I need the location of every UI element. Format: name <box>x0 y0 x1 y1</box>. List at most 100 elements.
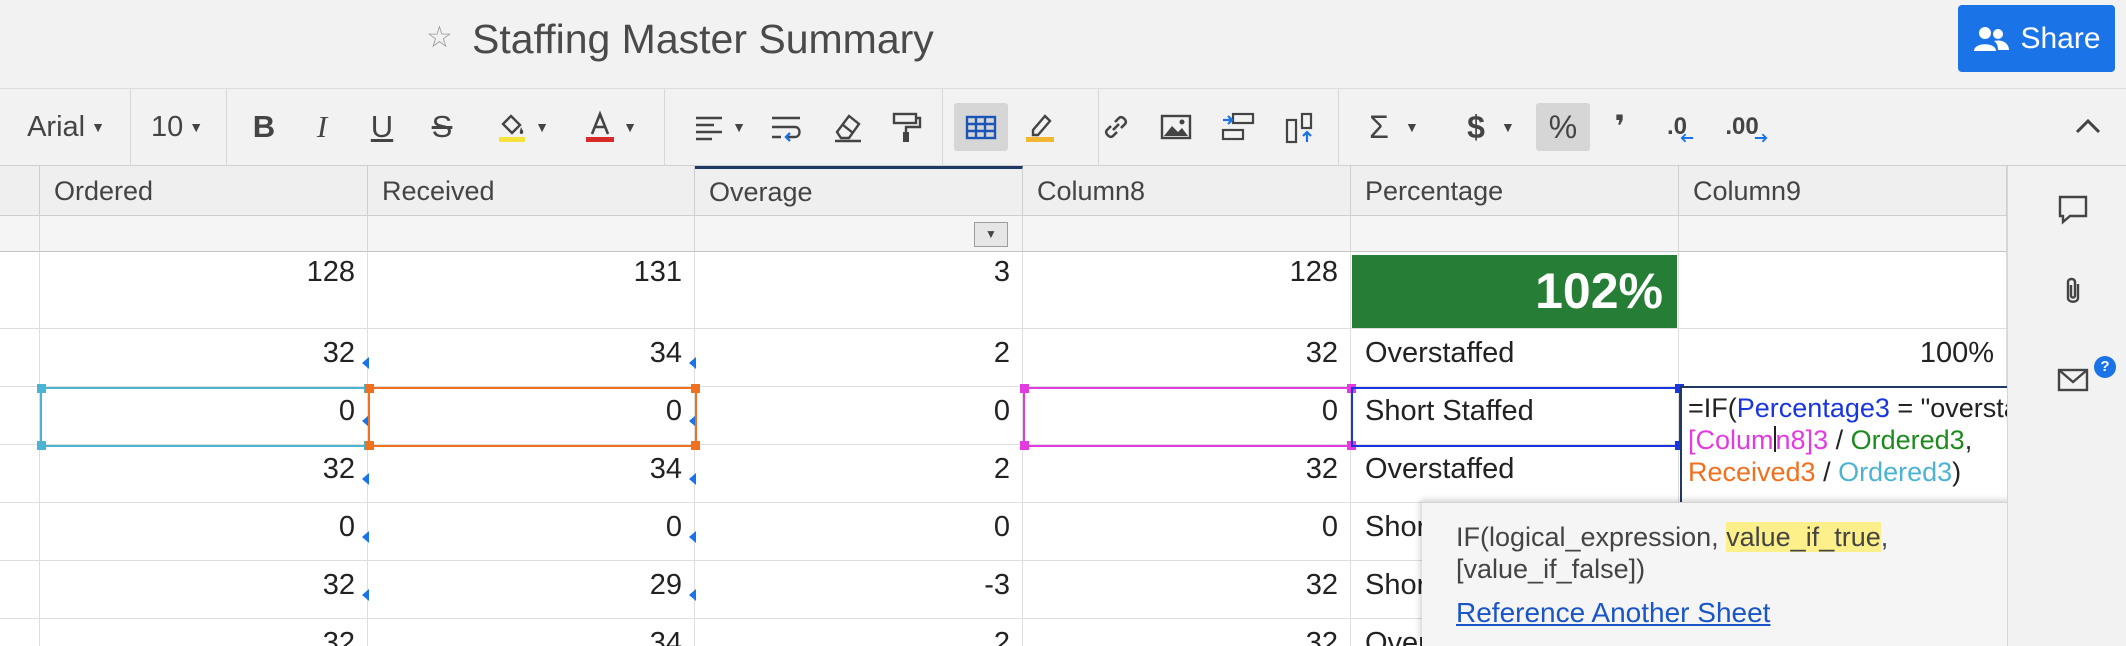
increase-decimal-button[interactable]: .00 <box>1718 103 1776 151</box>
cell-ordered[interactable]: 0 <box>40 503 368 561</box>
cell-received[interactable]: 34 <box>368 619 695 646</box>
format-painter-button[interactable] <box>884 103 928 151</box>
cell-column8[interactable]: 32 <box>1023 619 1351 646</box>
cell-previous-column[interactable] <box>0 561 40 619</box>
cell-previous-column[interactable] <box>0 252 40 329</box>
insert-image-button[interactable] <box>1154 103 1198 151</box>
cell-overage[interactable]: -3 <box>695 561 1023 619</box>
cell-previous-column[interactable] <box>0 387 40 445</box>
collapse-toolbar-icon <box>2075 118 2101 134</box>
email-icon[interactable] <box>2056 362 2090 396</box>
cell-ordered[interactable]: 128 <box>40 252 368 329</box>
font-family-select[interactable]: Arial ▼ <box>18 103 114 151</box>
cell-ordered[interactable]: 32 <box>40 329 368 387</box>
column-header-column8[interactable]: Column8 <box>1023 166 1351 216</box>
sum-button[interactable]: Σ ▼ <box>1356 103 1432 151</box>
cell-percentage[interactable]: Overstaffed <box>1351 445 1679 503</box>
filter-dropdown-button[interactable]: ▼ <box>974 222 1008 247</box>
align-left-icon <box>696 116 723 141</box>
align-button[interactable]: ▼ <box>684 103 754 151</box>
cell-overage[interactable]: 2 <box>695 619 1023 646</box>
cell-overage[interactable]: 3 <box>695 252 1023 329</box>
filter-cell <box>1351 216 1679 252</box>
cell-column8[interactable]: 32 <box>1023 329 1351 387</box>
wrap-text-button[interactable] <box>764 103 808 151</box>
cell-overage[interactable]: 0 <box>695 387 1023 445</box>
cell-overage[interactable]: 0 <box>695 503 1023 561</box>
reference-another-sheet-link[interactable]: Reference Another Sheet <box>1456 597 1770 629</box>
clear-format-button[interactable] <box>826 103 870 151</box>
cell-column8[interactable]: 128 <box>1023 252 1351 329</box>
insert-link-button[interactable] <box>1094 103 1138 151</box>
arrow-right-icon <box>1754 133 1768 143</box>
cell-ordered[interactable]: 32 <box>40 561 368 619</box>
toolbar-divider <box>130 89 131 167</box>
attachment-icon[interactable] <box>2056 274 2090 308</box>
cell-column9[interactable]: 100% <box>1679 329 2007 387</box>
filter-cell <box>1023 216 1351 252</box>
signature-text: IF(logical_expression, <box>1456 522 1727 552</box>
formula-ref-column8-3: n8]3 <box>1775 425 1829 455</box>
percent-button[interactable]: % <box>1536 103 1590 151</box>
cell-received[interactable]: 34 <box>368 445 695 503</box>
column-header-ordered[interactable]: Ordered <box>40 166 368 216</box>
text-color-button[interactable]: ▼ <box>574 103 646 151</box>
filter-cell <box>40 216 368 252</box>
formula-ref-ordered3: Ordered3 <box>1850 425 1965 455</box>
sheet-title[interactable]: Staffing Master Summary <box>472 14 934 64</box>
column-header-overage[interactable]: Overage <box>695 166 1023 216</box>
cell-previous-column[interactable] <box>0 445 40 503</box>
indent-button[interactable] <box>1214 103 1262 151</box>
italic-button[interactable]: I <box>302 103 342 151</box>
column-header-percentage[interactable]: Percentage <box>1351 166 1679 216</box>
formula-token: =IF( <box>1688 393 1737 423</box>
users-icon <box>1974 26 2010 51</box>
cell-received[interactable]: 0 <box>368 387 695 445</box>
cell-previous-column[interactable] <box>0 329 40 387</box>
cell-received[interactable]: 131 <box>368 252 695 329</box>
strikethrough-button[interactable]: S <box>422 103 462 151</box>
cell-ordered[interactable]: 32 <box>40 619 368 646</box>
collapse-toolbar-button[interactable] <box>2070 103 2106 151</box>
percentage-badge-cell[interactable]: 102% <box>1352 255 1677 328</box>
underline-button[interactable]: U <box>362 103 402 151</box>
comment-icon[interactable] <box>2056 192 2090 226</box>
formula-token: / <box>1828 425 1851 455</box>
cell-percentage[interactable]: Short Staffed <box>1351 387 1679 445</box>
column-header-column9[interactable]: Column9 <box>1679 166 2007 216</box>
cell-previous-column[interactable] <box>0 619 40 646</box>
comma-style-button[interactable]: ❜ <box>1602 103 1638 151</box>
cell-ordered[interactable]: 0 <box>40 387 368 445</box>
signature-current-arg: value_if_true <box>1726 522 1881 552</box>
cell-previous-column[interactable] <box>0 503 40 561</box>
filter-cell <box>1679 216 2007 252</box>
cell-column8[interactable]: 0 <box>1023 503 1351 561</box>
cell-column8[interactable]: 32 <box>1023 561 1351 619</box>
fill-color-button[interactable]: ▼ <box>482 103 562 151</box>
cell-percentage[interactable]: Overstaffed <box>1351 329 1679 387</box>
highlight-changes-button[interactable] <box>1018 103 1062 151</box>
wrap-text-icon <box>772 116 801 142</box>
share-button[interactable]: Share <box>1958 5 2115 72</box>
cell-overage[interactable]: 2 <box>695 329 1023 387</box>
freeze-button[interactable] <box>1278 103 1322 151</box>
currency-button[interactable]: $ ▼ <box>1456 103 1526 151</box>
cell-column8[interactable]: 0 <box>1023 387 1351 445</box>
image-icon <box>1160 114 1192 140</box>
cell-received[interactable]: 34 <box>368 329 695 387</box>
column-header-received[interactable]: Received <box>368 166 695 216</box>
grid-lines-button[interactable] <box>954 103 1008 151</box>
decrease-decimal-button[interactable]: .0 <box>1658 103 1704 151</box>
cell-received[interactable]: 0 <box>368 503 695 561</box>
favorite-star-icon[interactable]: ☆ <box>426 20 456 56</box>
formula-ref-percentage3: Percentage3 <box>1736 393 1890 423</box>
freeze-icon <box>1285 112 1313 144</box>
cell-overage[interactable]: 2 <box>695 445 1023 503</box>
cell-column9[interactable] <box>1679 252 2007 329</box>
cell-ordered[interactable]: 32 <box>40 445 368 503</box>
font-size-select[interactable]: 10 ▼ <box>142 103 212 151</box>
bold-button[interactable]: B <box>244 103 284 151</box>
cell-received[interactable]: 29 <box>368 561 695 619</box>
cell-column8[interactable]: 32 <box>1023 445 1351 503</box>
column-header-previous[interactable] <box>0 166 40 216</box>
